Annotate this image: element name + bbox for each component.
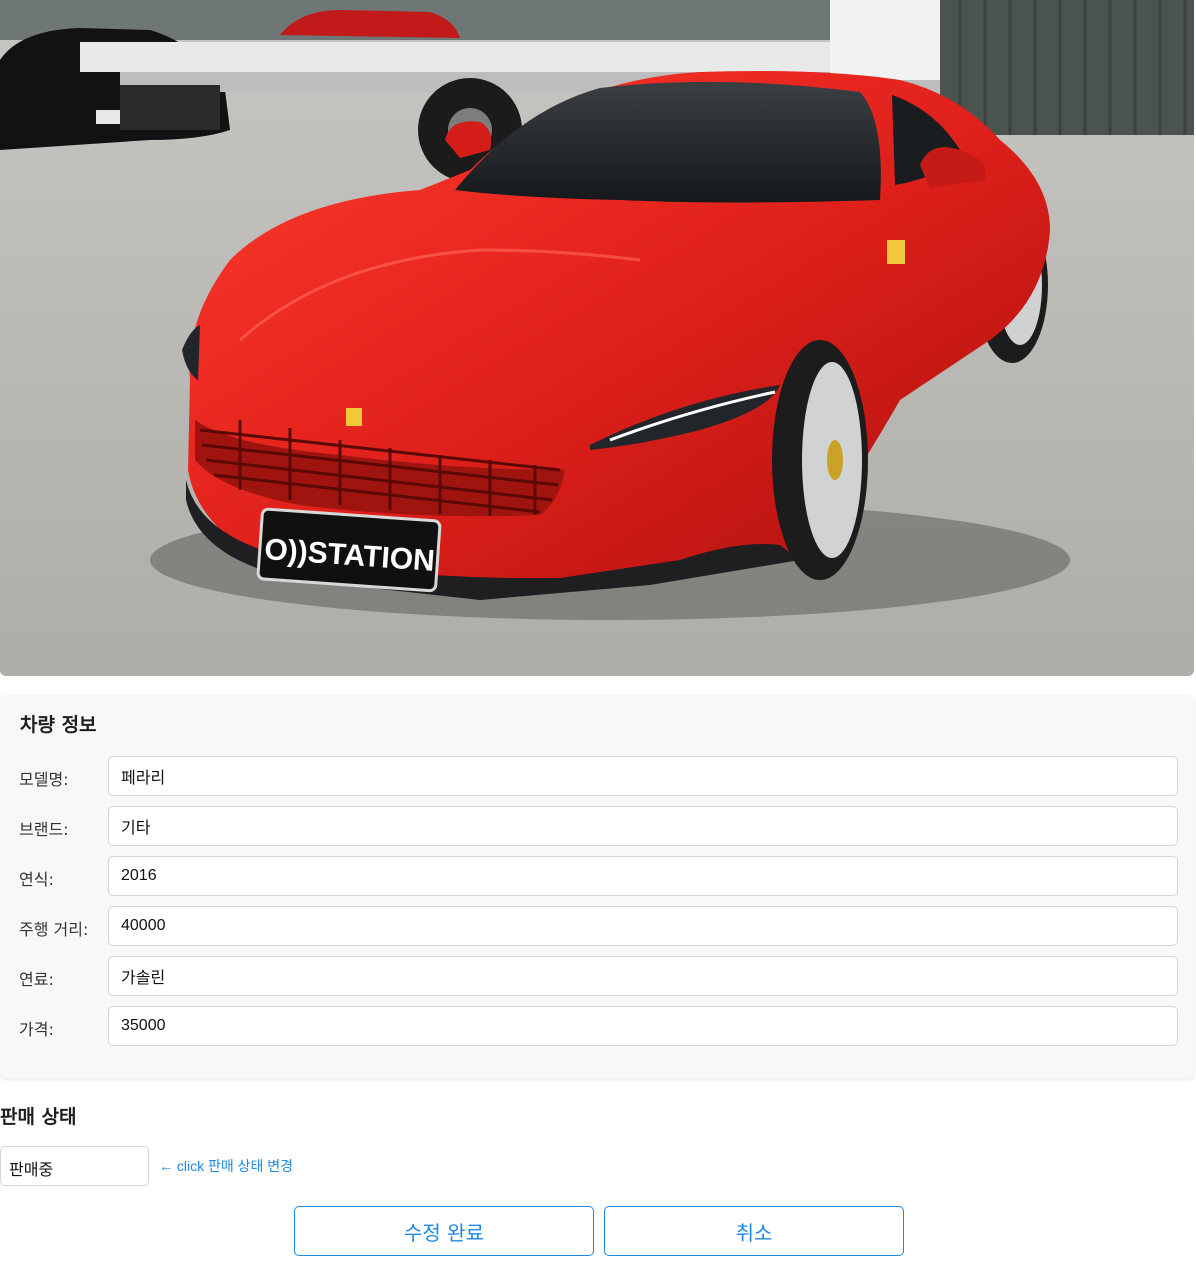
year-label: 연식: [19,870,54,889]
mileage-input[interactable] [108,906,1178,946]
model-label: 모델명: [19,770,69,789]
year-input[interactable] [108,856,1178,896]
mileage-label: 주행 거리: [19,920,89,939]
price-input[interactable] [108,1006,1178,1046]
car-photo: O))STATION [0,0,1194,676]
sale-status-hint: ← click 판매 상태 변경 [159,1158,294,1174]
car-photo-svg: O))STATION [0,0,1194,676]
vehicle-info-card: 차량 정보 모델명: 브랜드: 연식: 주행 거리: 연료: 가격: [0,696,1194,1078]
brand-input[interactable] [108,806,1178,846]
vehicle-info-title: 차량 정보 [20,714,97,736]
model-input[interactable] [108,756,1178,796]
brand-label: 브랜드: [19,820,69,839]
sale-status-title: 판매 상태 [0,1106,77,1128]
cancel-button[interactable]: 취소 [604,1206,904,1256]
submit-edit-button[interactable]: 수정 완료 [294,1206,594,1256]
price-label: 가격: [19,1020,54,1039]
sale-status-toggle[interactable]: 판매중 [0,1146,149,1186]
fuel-label: 연료: [19,970,54,989]
fuel-input[interactable] [108,956,1178,996]
